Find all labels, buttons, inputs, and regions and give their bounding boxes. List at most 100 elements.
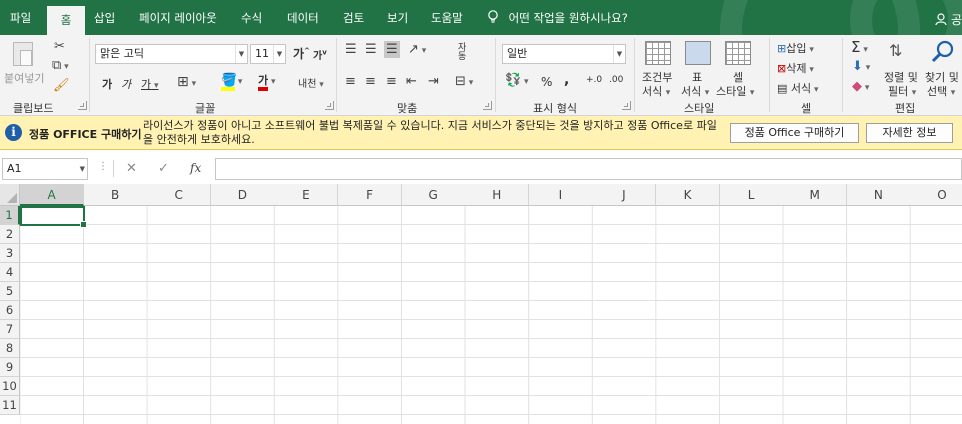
- fill-icon[interactable]: ⬇ ▾: [852, 60, 870, 73]
- row-header-10[interactable]: 10: [0, 377, 20, 396]
- menu-bar: 파일 홈 삽입 페이지 레이아웃 수식 데이터 검토 보기 도움말 어떤 작업을…: [0, 0, 962, 130]
- shrink-font-button[interactable]: 가v: [313, 47, 327, 62]
- row-header-3[interactable]: 3: [0, 244, 20, 263]
- decrease-indent-icon[interactable]: ⇤: [406, 75, 417, 88]
- row-header-9[interactable]: 9: [0, 358, 20, 377]
- alignment-launcher-icon[interactable]: [483, 101, 492, 110]
- worksheet: ABCDEFGHIJKLMNO 1 2 3 4 5 6 7 8 9 10 11: [0, 184, 962, 424]
- active-cell[interactable]: [20, 206, 87, 228]
- insert-function-button[interactable]: fx: [190, 161, 201, 175]
- format-painter-icon[interactable]: 🖌: [53, 79, 70, 92]
- row-header-1[interactable]: 1: [0, 206, 20, 225]
- cancel-icon[interactable]: ✕: [126, 161, 137, 176]
- sort-filter-label-2: 필터 ▾: [888, 85, 917, 98]
- column-header-i[interactable]: I: [528, 184, 593, 206]
- paste-label: 붙여넣기: [4, 72, 45, 85]
- fill-color-icon[interactable]: 🪣 ▾: [221, 74, 242, 91]
- increase-indent-icon[interactable]: ⇥: [428, 75, 439, 88]
- font-launcher-icon[interactable]: [325, 101, 334, 110]
- row-header-8[interactable]: 8: [0, 339, 20, 358]
- column-header-h[interactable]: H: [465, 184, 530, 206]
- phonetic-button[interactable]: 내천 ▾: [298, 75, 324, 90]
- column-header-m[interactable]: M: [783, 184, 848, 206]
- underline-button[interactable]: 가 ▾: [141, 76, 159, 92]
- column-header-g[interactable]: G: [401, 184, 466, 206]
- copy-icon[interactable]: ⧉ ▾: [52, 59, 69, 72]
- bold-button[interactable]: 가: [102, 76, 112, 92]
- share-button[interactable]: 공: [935, 11, 962, 28]
- cell-styles-label-2: 스타일 ▾: [716, 85, 755, 98]
- tab-insert[interactable]: 삽입: [94, 0, 115, 35]
- insert-icon: ⊞: [777, 42, 787, 55]
- align-bottom-icon[interactable]: ☰: [384, 41, 400, 58]
- editing-group-label: 편집: [895, 102, 916, 115]
- tell-me-search[interactable]: 어떤 작업을 원하시나요?: [487, 0, 628, 35]
- insert-cells-button[interactable]: ⊞삽입 ▾: [777, 40, 814, 56]
- font-color-button[interactable]: 가 ▾: [258, 74, 276, 91]
- more-info-button[interactable]: 자세한 정보: [866, 123, 953, 143]
- autosum-button[interactable]: Σ ▾: [851, 38, 868, 56]
- number-format-select[interactable]: 일반 ▼: [502, 44, 626, 64]
- number-launcher-icon[interactable]: [622, 101, 631, 110]
- format-cells-button[interactable]: ▤ 서식 ▾: [777, 80, 819, 96]
- border-icon[interactable]: ⊞ ▾: [177, 75, 196, 89]
- tab-data[interactable]: 데이터: [287, 0, 319, 35]
- wrap-text-button[interactable]: 자동: [458, 44, 470, 62]
- tab-help[interactable]: 도움말: [431, 0, 463, 35]
- row-header-7[interactable]: 7: [0, 320, 20, 339]
- comma-button[interactable]: ,: [564, 72, 569, 88]
- tab-home[interactable]: 홈: [47, 6, 85, 35]
- row-header-6[interactable]: 6: [0, 301, 20, 320]
- row-header-11[interactable]: 11: [0, 396, 20, 415]
- column-header-e[interactable]: E: [274, 184, 339, 206]
- grow-font-button[interactable]: 가^: [293, 45, 310, 62]
- tab-view[interactable]: 보기: [387, 0, 408, 35]
- ribbon: 붙여넣기 ✂ ⧉ ▾ 🖌 클립보드 맑은 고딕 ▼ 11 ▼ 가^ 가v 가 가…: [0, 35, 962, 116]
- tab-review[interactable]: 검토: [343, 0, 364, 35]
- conditional-format-label-2: 서식 ▾: [642, 85, 671, 98]
- column-header-o[interactable]: O: [910, 184, 962, 206]
- merge-center-icon[interactable]: ⊟ ▾: [455, 75, 473, 88]
- align-center-icon[interactable]: ≡: [365, 75, 376, 88]
- column-header-b[interactable]: B: [83, 184, 148, 206]
- row-header-2[interactable]: 2: [0, 225, 20, 244]
- tab-formulas[interactable]: 수식: [241, 0, 262, 35]
- column-header-j[interactable]: J: [592, 184, 657, 206]
- column-header-l[interactable]: L: [719, 184, 784, 206]
- row-header-4[interactable]: 4: [0, 263, 20, 282]
- decrease-decimal-button[interactable]: .00: [609, 75, 623, 85]
- orientation-icon[interactable]: ↗ ▾: [408, 43, 426, 56]
- align-top-icon[interactable]: ☰: [345, 43, 357, 56]
- column-header-k[interactable]: K: [656, 184, 721, 206]
- currency-icon[interactable]: 💱 ▾: [505, 74, 529, 87]
- column-header-a[interactable]: A: [20, 184, 85, 206]
- clear-icon[interactable]: ◆ ▾: [852, 80, 869, 93]
- cell-grid[interactable]: [20, 206, 962, 424]
- formula-input[interactable]: [215, 158, 962, 180]
- tab-file[interactable]: 파일: [10, 0, 31, 35]
- increase-decimal-button[interactable]: +.0: [586, 75, 602, 85]
- italic-button[interactable]: 가: [121, 76, 131, 92]
- row-header-5[interactable]: 5: [0, 282, 20, 301]
- column-header-d[interactable]: D: [210, 184, 275, 206]
- font-size-select[interactable]: 11 ▼: [250, 44, 286, 64]
- column-header-c[interactable]: C: [147, 184, 212, 206]
- align-middle-icon[interactable]: ☰: [365, 43, 377, 56]
- column-header-n[interactable]: N: [846, 184, 911, 206]
- delete-cells-button[interactable]: ⊠삭제 ▾: [777, 60, 814, 76]
- name-box[interactable]: A1 ▼: [2, 158, 88, 180]
- clipboard-launcher-icon[interactable]: [78, 101, 87, 110]
- grip-icon[interactable]: ⋮: [98, 161, 108, 172]
- align-left-icon[interactable]: ≡: [345, 75, 356, 88]
- enter-icon[interactable]: ✓: [158, 161, 169, 176]
- font-name-select[interactable]: 맑은 고딕 ▼: [95, 44, 248, 64]
- select-all-button[interactable]: [0, 184, 20, 206]
- buy-office-button[interactable]: 정품 Office 구매하기: [730, 123, 859, 143]
- tab-page-layout[interactable]: 페이지 레이아웃: [139, 0, 217, 35]
- scissors-icon[interactable]: ✂: [54, 40, 65, 53]
- number-group-label: 표시 형식: [533, 102, 577, 115]
- align-right-icon[interactable]: ≡: [386, 75, 397, 88]
- column-header-f[interactable]: F: [338, 184, 403, 206]
- paste-button[interactable]: 붙여넣기: [4, 40, 45, 90]
- percent-button[interactable]: %: [541, 75, 552, 89]
